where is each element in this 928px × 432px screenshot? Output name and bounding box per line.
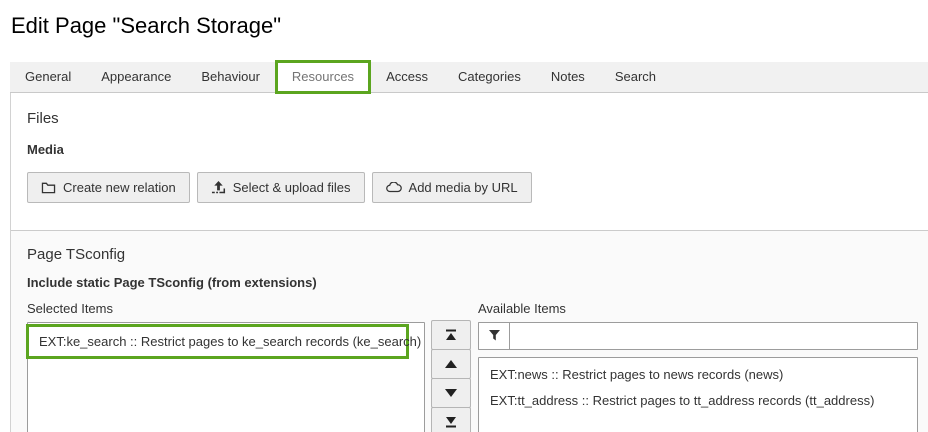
- tab-content-panel: Files Media Create new relation Select &…: [10, 93, 928, 432]
- move-to-top-button[interactable]: [431, 320, 471, 350]
- tab-behaviour[interactable]: Behaviour: [186, 62, 275, 92]
- include-static-tsconfig-label: Include static Page TSconfig (from exten…: [27, 275, 918, 290]
- cloud-icon: [386, 182, 402, 193]
- filter-button[interactable]: [478, 322, 509, 350]
- available-items-filter-input[interactable]: [509, 322, 918, 350]
- move-buttons-column: [431, 320, 471, 432]
- tab-access[interactable]: Access: [371, 62, 443, 92]
- available-items-listbox[interactable]: EXT:news :: Restrict pages to news recor…: [478, 357, 918, 432]
- tsconfig-heading: Page TSconfig: [27, 246, 918, 263]
- highlight-annotation: EXT:ke_search :: Restrict pages to ke_se…: [26, 324, 409, 359]
- move-down-icon: [445, 389, 457, 397]
- available-item-news[interactable]: EXT:news :: Restrict pages to news recor…: [479, 362, 917, 388]
- tab-categories[interactable]: Categories: [443, 62, 536, 92]
- select-upload-files-button[interactable]: Select & upload files: [197, 172, 365, 203]
- tab-appearance[interactable]: Appearance: [86, 62, 186, 92]
- available-item-tt-address[interactable]: EXT:tt_address :: Restrict pages to tt_a…: [479, 388, 917, 414]
- files-section: Files Media Create new relation Select &…: [11, 93, 928, 230]
- folder-icon: [41, 181, 56, 194]
- create-new-relation-button[interactable]: Create new relation: [27, 172, 190, 203]
- selected-items-column: Selected Items EXT:ke_search :: Restrict…: [27, 301, 425, 432]
- button-label: Create new relation: [63, 180, 176, 195]
- multiselect-columns: Selected Items EXT:ke_search :: Restrict…: [27, 301, 918, 432]
- files-heading: Files: [27, 110, 912, 127]
- selected-item-ke-search[interactable]: EXT:ke_search :: Restrict pages to ke_se…: [29, 327, 406, 356]
- tab-bar: General Appearance Behaviour Resources A…: [10, 62, 928, 93]
- available-items-column: Available Items EXT:news :: Restrict pag…: [478, 301, 918, 432]
- move-down-button[interactable]: [431, 378, 471, 408]
- page-tsconfig-section: Page TSconfig Include static Page TSconf…: [11, 230, 928, 432]
- upload-icon: [211, 181, 226, 195]
- media-field-label: Media: [27, 142, 912, 157]
- cloud-icon-button[interactable]: Add media by URL: [372, 172, 532, 203]
- move-up-button[interactable]: [431, 349, 471, 379]
- available-items-label: Available Items: [478, 301, 918, 316]
- media-button-row: Create new relation Select & upload file…: [27, 172, 912, 203]
- filter-icon: [489, 329, 500, 344]
- move-to-bottom-button[interactable]: [431, 407, 471, 432]
- move-to-top-icon: [445, 329, 457, 341]
- move-to-bottom-icon: [445, 416, 457, 428]
- move-up-icon: [445, 360, 457, 368]
- selected-items-listbox[interactable]: EXT:ke_search :: Restrict pages to ke_se…: [27, 322, 425, 432]
- page-title: Edit Page "Search Storage": [11, 13, 928, 39]
- button-label: Select & upload files: [233, 180, 351, 195]
- filter-row: [478, 322, 918, 350]
- selected-items-label: Selected Items: [27, 301, 425, 316]
- button-label: Add media by URL: [409, 180, 518, 195]
- tab-notes[interactable]: Notes: [536, 62, 600, 92]
- tab-resources[interactable]: Resources: [275, 60, 371, 94]
- tab-search[interactable]: Search: [600, 62, 671, 92]
- tab-general[interactable]: General: [10, 62, 86, 92]
